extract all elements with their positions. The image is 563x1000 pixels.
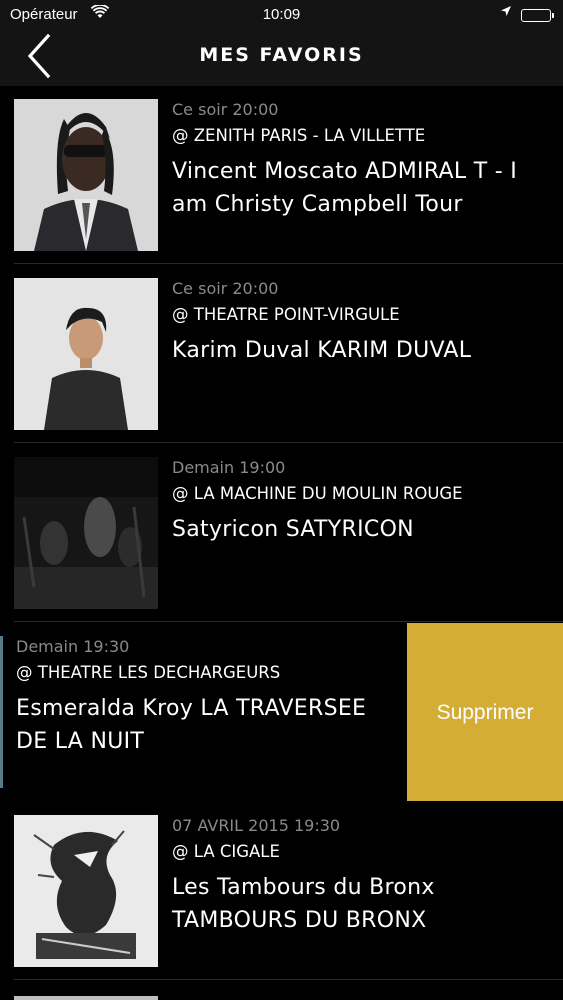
next-event-thumbnail-edge <box>14 996 158 1000</box>
event-thumbnail <box>14 457 158 609</box>
event-details: Demain 19:00 @ LA MACHINE DU MOULIN ROUG… <box>172 457 555 546</box>
location-arrow-icon <box>500 5 512 20</box>
favorite-event-row[interactable]: Ce soir 20:00 @ ZENITH PARIS - LA VILLET… <box>0 86 563 264</box>
event-venue: @ LA CIGALE <box>172 842 280 861</box>
event-details: Ce soir 20:00 @ ZENITH PARIS - LA VILLET… <box>172 99 555 221</box>
event-venue: @ LA MACHINE DU MOULIN ROUGE <box>172 484 463 503</box>
row-divider <box>14 263 563 264</box>
battery-tip <box>552 13 554 18</box>
favorite-event-row[interactable]: Ce soir 20:00 @ THEATRE POINT-VIRGULE Ka… <box>0 265 563 443</box>
event-thumbnail <box>14 815 158 967</box>
event-title: Les Tambours du Bronx TAMBOURS DU BRONX <box>172 875 435 933</box>
event-title: Satyricon SATYRICON <box>172 517 414 542</box>
battery-icon <box>521 9 551 22</box>
event-venue: @ THEATRE LES DECHARGEURS <box>16 663 281 682</box>
row-divider <box>14 442 563 443</box>
event-details: Demain 19:30 @ THEATRE LES DECHARGEURS E… <box>16 636 403 758</box>
favorite-event-row[interactable]: 07 AVRIL 2015 19:30 @ LA CIGALE Les Tamb… <box>0 802 563 980</box>
row-divider <box>14 979 563 980</box>
event-thumbnail-edge <box>0 636 3 788</box>
event-date: Demain 19:30 <box>16 637 130 656</box>
row-divider <box>14 621 563 622</box>
event-thumbnail <box>14 99 158 251</box>
page-title: MES FAVORIS <box>199 44 364 66</box>
delete-button[interactable]: Supprimer <box>407 623 563 801</box>
event-venue: @ ZENITH PARIS - LA VILLETTE <box>172 126 426 145</box>
favorite-event-row[interactable]: Demain 19:30 @ THEATRE LES DECHARGEURS E… <box>0 623 563 801</box>
event-thumbnail <box>14 278 158 430</box>
status-bar: Opérateur 10:09 <box>0 0 563 30</box>
navigation-bar: MES FAVORIS <box>0 30 563 86</box>
event-title: Esmeralda Kroy LA TRAVERSEE DE LA NUIT <box>16 696 367 754</box>
favorite-event-row[interactable]: Demain 19:00 @ LA MACHINE DU MOULIN ROUG… <box>0 444 563 622</box>
event-date: Demain 19:00 <box>172 458 286 477</box>
clock: 10:09 <box>262 6 301 23</box>
event-date: Ce soir 20:00 <box>172 279 279 298</box>
event-title: Vincent Moscato ADMIRAL T - I am Christy… <box>172 159 518 217</box>
event-date: Ce soir 20:00 <box>172 100 279 119</box>
event-details: 07 AVRIL 2015 19:30 @ LA CIGALE Les Tamb… <box>172 815 555 937</box>
event-title: Karim Duval KARIM DUVAL <box>172 338 472 363</box>
event-date: 07 AVRIL 2015 19:30 <box>172 816 341 835</box>
event-venue: @ THEATRE POINT-VIRGULE <box>172 305 400 324</box>
event-details: Ce soir 20:00 @ THEATRE POINT-VIRGULE Ka… <box>172 278 555 367</box>
